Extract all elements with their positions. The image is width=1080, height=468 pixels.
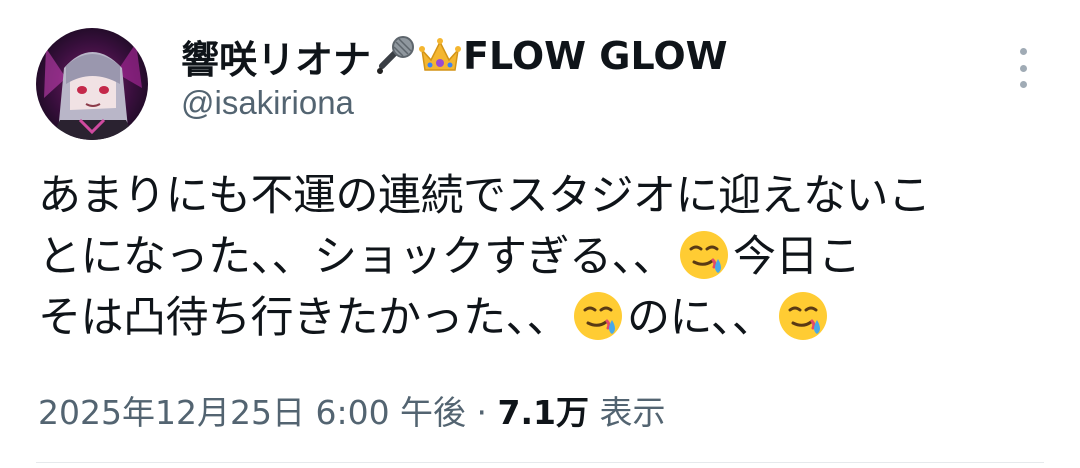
tweet-text-segment: そは凸待ち行きたかった、、	[38, 293, 570, 343]
tweet-text-segment: 今日こ	[733, 232, 861, 282]
author-handle[interactable]: @isakiriona	[181, 84, 354, 122]
tweet-text: あまりにも不運の連続でスタジオに迎えないこ とになった、、ショックすぎる、、 今…	[38, 166, 1048, 349]
views-label: 表示	[599, 393, 666, 432]
avatar[interactable]	[36, 28, 148, 140]
tweet-timestamp[interactable]: 2025年12月25日 6:00 午後	[38, 393, 466, 432]
divider	[36, 462, 1044, 463]
microphone-icon	[377, 36, 415, 74]
meta-separator: ·	[466, 393, 498, 432]
tweet-line-2: とになった、、ショックすぎる、、 今日こ	[38, 227, 1048, 288]
face-holding-back-tears-icon	[574, 292, 622, 340]
tweet-line-3: そは凸待ち行きたかった、、 のに、、	[38, 288, 1048, 349]
tweet-meta: 2025年12月25日 6:00 午後 · 7.1万 表示	[38, 386, 666, 434]
more-options-icon[interactable]	[1010, 48, 1036, 88]
face-holding-back-tears-icon	[680, 231, 728, 279]
views-count: 7.1万	[497, 393, 590, 432]
avatar-image	[36, 28, 148, 140]
tweet-text-segment: のに、、	[627, 293, 775, 343]
author-name-suffix: FLOW GLOW	[463, 34, 728, 78]
author-display-name[interactable]: 響咲リオナ FLOW GLOW	[181, 26, 728, 86]
tweet-line-1: あまりにも不運の連続でスタジオに迎えないこ	[38, 171, 931, 221]
tweet-text-segment: とになった、、ショックすぎる、、	[38, 232, 676, 282]
author-name-text: 響咲リオナ	[181, 37, 372, 82]
crown-icon	[419, 38, 462, 71]
face-holding-back-tears-icon	[779, 292, 828, 340]
